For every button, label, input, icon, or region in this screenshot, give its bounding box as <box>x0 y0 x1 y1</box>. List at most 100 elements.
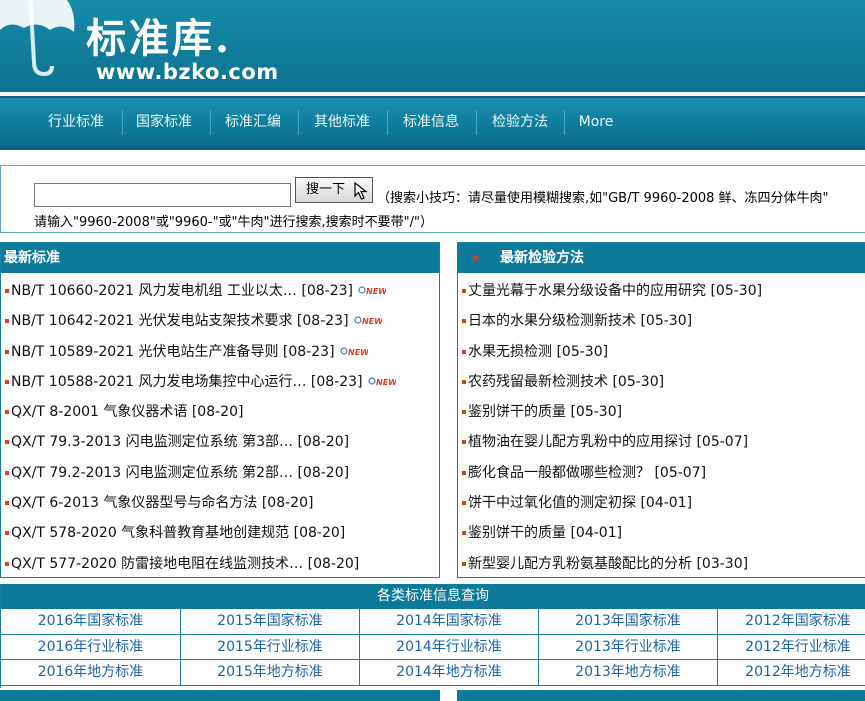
category-link[interactable]: 2013年行业标准 <box>539 634 718 660</box>
category-link[interactable]: 2014年地方标准 <box>360 660 539 686</box>
next-panel-header-right <box>457 690 865 701</box>
search-input[interactable] <box>34 183 291 207</box>
main-nav: 行业标准 国家标准 标准汇编 其他标准 标准信息 检验方法 More <box>0 96 865 150</box>
category-link[interactable]: 2015年行业标准 <box>181 634 360 660</box>
nav-item-national-standards[interactable]: 国家标准 <box>124 98 204 147</box>
category-link[interactable]: 2015年国家标准 <box>181 609 360 635</box>
list-item-date: [05-07] <box>654 464 707 481</box>
list-item-title[interactable]: NB/T 10589-2021 光伏电站生产准备导则 <box>11 344 278 360</box>
list-item-date: [04-01] <box>570 525 623 542</box>
list-item-date: [04-01] <box>640 495 693 512</box>
nav-item-test-methods[interactable]: 检验方法 <box>480 98 560 147</box>
list-item-title[interactable]: 鉴别饼干的质量 <box>468 525 566 541</box>
list-item-title[interactable]: QX/T 79.2-2013 闪电监测定位系统 第2部… <box>11 465 293 481</box>
list-item[interactable]: QX/T 6-2013 气象仪器型号与命名方法 [08-20] <box>1 488 439 518</box>
list-item-title[interactable]: QX/T 8-2001 气象仪器术语 <box>11 404 187 420</box>
category-link[interactable]: 2015年地方标准 <box>181 660 360 686</box>
category-link[interactable]: 2013年国家标准 <box>539 609 718 635</box>
bullet-icon <box>462 501 466 506</box>
list-item-title[interactable]: NB/T 10642-2021 光伏发电站支架技术要求 <box>11 313 292 329</box>
list-item-date: [08-20] <box>191 404 244 421</box>
list-item[interactable]: QX/T 577-2020 防雷接地电阻在线监测技术… [08-20] <box>1 549 439 577</box>
list-item-date: [03-30] <box>696 555 749 572</box>
bullet-icon <box>462 440 466 445</box>
list-item-date: [05-30] <box>710 283 763 299</box>
category-link[interactable]: 2016年地方标准 <box>1 660 181 686</box>
new-badge-label: NEW <box>348 348 368 357</box>
new-badge-label: NEW <box>362 317 382 326</box>
list-item-title[interactable]: NB/T 10588-2021 风力发电场集控中心运行… <box>11 374 306 390</box>
category-link[interactable]: 2016年国家标准 <box>1 609 181 635</box>
list-item[interactable]: NB/T 10588-2021 风力发电场集控中心运行… [08-23] NEW <box>1 367 439 397</box>
list-item[interactable]: NB/T 10642-2021 光伏发电站支架技术要求 [08-23] NEW <box>1 306 439 336</box>
list-item[interactable]: 水果无损检测 [05-30] <box>458 337 865 367</box>
list-item-title[interactable]: 日本的水果分级检测新技术 <box>468 313 636 329</box>
category-link[interactable]: 2012年地方标准 <box>718 660 865 686</box>
panel-title: 最新检验方法 <box>500 250 584 266</box>
site-url: www.bzko.com <box>96 60 279 84</box>
list-item-title[interactable]: 鉴别饼干的质量 <box>468 404 566 420</box>
new-badge-icon: NEW <box>353 316 382 326</box>
list-item-title[interactable]: 饼干中过氧化值的测定初探 <box>468 495 636 511</box>
nav-item-industry-standards[interactable]: 行业标准 <box>36 98 116 147</box>
new-badge-label: NEW <box>376 378 396 387</box>
list-item-date: [05-30] <box>556 343 609 360</box>
list-item-title[interactable]: NB/T 10660-2021 风力发电机组 工业以太… <box>11 283 297 299</box>
category-link[interactable]: 2013年地方标准 <box>539 660 718 686</box>
category-link[interactable]: 2012年行业标准 <box>718 635 865 661</box>
list-item[interactable]: 日本的水果分级检测新技术 [05-30] <box>458 306 865 336</box>
bullet-icon <box>462 470 466 475</box>
list-item-title[interactable]: QX/T 6-2013 气象仪器型号与命名方法 <box>11 495 257 511</box>
category-link[interactable]: 2014年行业标准 <box>360 634 539 660</box>
list-item-title[interactable]: QX/T 577-2020 防雷接地电阻在线监测技术… <box>11 556 303 572</box>
list-item-title[interactable]: 新型婴儿配方乳粉氨基酸配比的分析 <box>468 556 692 572</box>
search-section: 搜一下 （搜索小技巧：请尽量使用模糊搜索,如"GB/T 9960-2008 鲜、… <box>0 165 865 233</box>
latest-methods-list: 丈量光幕于水果分级设备中的应用研究 [05-30] 日本的水果分级检测新技术 [0… <box>458 273 865 577</box>
list-item-title[interactable]: 农药残留最新检测技术 <box>468 374 608 390</box>
list-item[interactable]: 膨化食品一般都做哪些检测？ [05-07] <box>458 458 865 488</box>
list-item-date: [05-30] <box>570 404 623 421</box>
list-item[interactable]: 农药残留最新检测技术 [05-30] <box>458 367 865 397</box>
bullet-icon <box>462 561 466 566</box>
list-item[interactable]: 鉴别饼干的质量 [04-01] <box>458 518 865 548</box>
list-item-title[interactable]: 水果无损检测 <box>468 344 552 360</box>
list-item[interactable]: QX/T 8-2001 气象仪器术语 [08-20] <box>1 397 439 427</box>
list-item-title[interactable]: 丈量光幕于水果分级设备中的应用研究 <box>468 283 706 299</box>
new-badge-icon: NEW <box>339 346 368 357</box>
list-item-title[interactable]: QX/T 578-2020 气象科普教育基地创建规范 <box>11 525 289 541</box>
list-item[interactable]: 新型婴儿配方乳粉氨基酸配比的分析 [03-30] <box>458 549 865 577</box>
bullet-icon <box>5 379 9 384</box>
list-item-title[interactable]: 植物油在婴儿配方乳粉中的应用探讨 <box>468 434 692 450</box>
category-link[interactable]: 2012年国家标准 <box>718 609 865 635</box>
bullet-icon <box>462 289 466 293</box>
nav-item-more[interactable]: More <box>568 98 624 147</box>
nav-divider <box>210 110 211 135</box>
category-link[interactable]: 2014年国家标准 <box>360 609 539 635</box>
nav-item-standard-compilations[interactable]: 标准汇编 <box>213 98 293 147</box>
latest-methods-panel: 最新检验方法 丈量光幕于水果分级设备中的应用研究 [05-30] 日本的水果分级检… <box>457 242 865 578</box>
bullet-icon <box>5 410 9 415</box>
list-item[interactable]: QX/T 79.2-2013 闪电监测定位系统 第2部… [08-20] <box>1 458 439 488</box>
nav-item-standard-info[interactable]: 标准信息 <box>391 98 471 147</box>
bullet-icon <box>462 379 466 384</box>
category-row: 2016年国家标准 2015年国家标准 2014年国家标准 2013年国家标准 2012… <box>1 609 865 635</box>
list-item-date: [05-07] <box>696 434 749 451</box>
bullet-icon <box>5 349 9 354</box>
list-item-title[interactable]: 膨化食品一般都做哪些检测？ <box>468 465 650 481</box>
list-item-title[interactable]: QX/T 79.3-2013 闪电监测定位系统 第3部… <box>11 434 293 450</box>
list-item[interactable]: QX/T 578-2020 气象科普教育基地创建规范 [08-20] <box>1 518 439 548</box>
list-item[interactable]: NB/T 10660-2021 风力发电机组 工业以太… [08-23] NEW <box>1 276 439 306</box>
category-link[interactable]: 2016年行业标准 <box>1 634 181 660</box>
list-item[interactable]: QX/T 79.3-2013 闪电监测定位系统 第3部… [08-20] <box>1 427 439 457</box>
nav-item-other-standards[interactable]: 其他标准 <box>302 98 382 147</box>
list-item[interactable]: NB/T 10589-2021 光伏电站生产准备导则 [08-23] NEW <box>1 337 439 367</box>
category-row: 2016年行业标准 2015年行业标准 2014年行业标准 2013年行业标准 2012… <box>1 634 865 661</box>
list-item-date: [05-30] <box>612 373 665 390</box>
list-item[interactable]: 丈量光幕于水果分级设备中的应用研究 [05-30] <box>458 276 865 306</box>
list-item[interactable]: 饼干中过氧化值的测定初探 [04-01] <box>458 488 865 518</box>
site-header: 标准库. www.bzko.com <box>0 0 865 92</box>
list-item[interactable]: 植物油在婴儿配方乳粉中的应用探讨 [05-07] <box>458 427 865 457</box>
site-logo-title[interactable]: 标准库. <box>86 6 232 64</box>
bullet-icon <box>5 289 9 293</box>
list-item[interactable]: 鉴别饼干的质量 [05-30] <box>458 397 865 427</box>
